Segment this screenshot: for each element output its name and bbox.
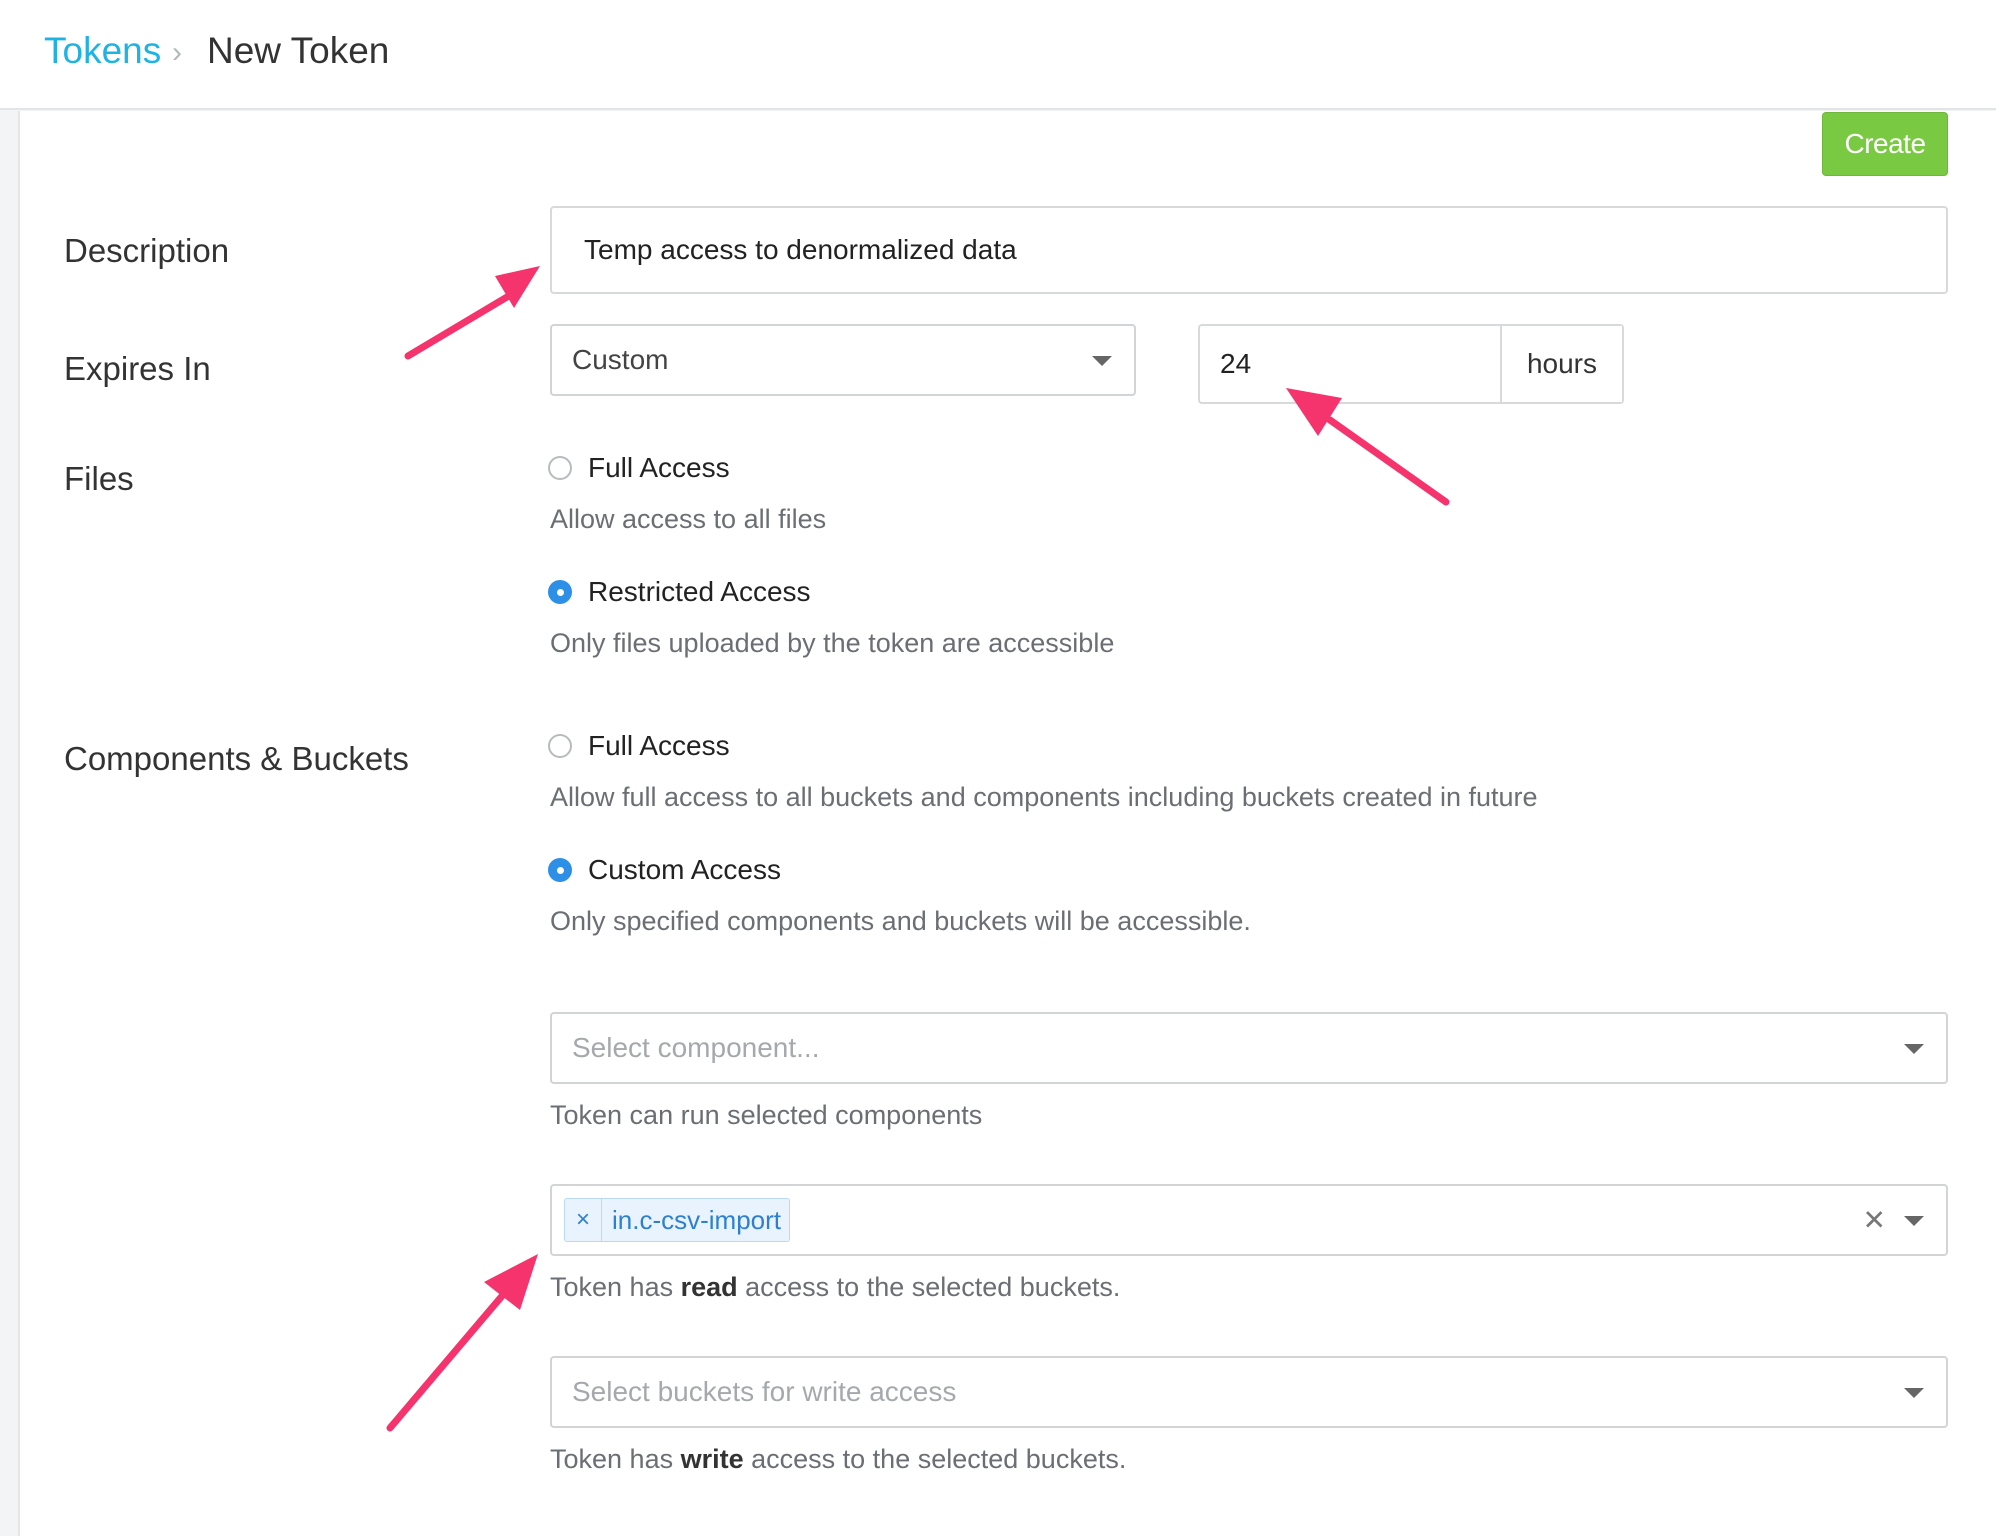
breadcrumb-separator-icon: ›: [172, 36, 182, 69]
chevron-down-icon: [1904, 1388, 1924, 1398]
remove-tag-icon[interactable]: ×: [565, 1199, 602, 1241]
expires-select[interactable]: Custom: [550, 324, 1136, 396]
clear-selection-icon[interactable]: ✕: [1863, 1204, 1886, 1237]
description-value: Temp access to denormalized data: [584, 234, 1017, 265]
radio-unchecked-icon: [548, 734, 572, 758]
read-buckets-help: Token has read access to the selected bu…: [550, 1272, 1121, 1302]
write-buckets-placeholder: Select buckets for write access: [572, 1376, 957, 1407]
radio-unchecked-icon: [548, 456, 572, 480]
components-full-access-radio[interactable]: Full Access: [548, 730, 730, 762]
radio-checked-icon: [548, 858, 572, 882]
radio-label: Custom Access: [588, 854, 781, 885]
radio-label: Full Access: [588, 730, 730, 761]
bucket-tag-label: in.c-csv-import: [612, 1204, 782, 1235]
read-buckets-select[interactable]: × in.c-csv-import ✕: [550, 1184, 1948, 1256]
description-input[interactable]: Temp access to denormalized data: [550, 206, 1948, 294]
write-buckets-help: Token has write access to the selected b…: [550, 1444, 1127, 1474]
components-buckets-label: Components & Buckets: [64, 740, 409, 777]
component-select-placeholder: Select component...: [572, 1032, 820, 1063]
top-bar: Tokens › New Token: [0, 0, 1996, 110]
expires-unit-addon: hours: [1502, 326, 1622, 402]
expires-amount-input[interactable]: 24: [1200, 326, 1502, 402]
description-label: Description: [64, 232, 230, 269]
chevron-down-icon: [1904, 1044, 1924, 1054]
components-custom-access-radio[interactable]: Custom Access: [548, 854, 781, 886]
files-full-access-radio[interactable]: Full Access: [548, 452, 730, 484]
radio-label: Restricted Access: [588, 576, 811, 607]
bucket-tag: × in.c-csv-import: [564, 1198, 791, 1242]
page-title: New Token: [207, 30, 390, 71]
expires-amount-value: 24: [1220, 348, 1252, 379]
component-select[interactable]: Select component...: [550, 1012, 1948, 1084]
breadcrumb-tokens-link[interactable]: Tokens: [44, 30, 161, 72]
components-custom-access-help: Only specified components and buckets wi…: [550, 906, 1251, 936]
component-select-help: Token can run selected components: [550, 1100, 983, 1130]
chevron-down-icon: [1092, 356, 1112, 366]
chevron-down-icon: [1904, 1216, 1924, 1226]
files-full-access-help: Allow access to all files: [550, 504, 827, 534]
expires-select-value: Custom: [572, 344, 669, 375]
files-label: Files: [64, 460, 134, 497]
create-button[interactable]: Create: [1822, 112, 1948, 176]
write-buckets-select[interactable]: Select buckets for write access: [550, 1356, 1948, 1428]
components-full-access-help: Allow full access to all buckets and com…: [550, 782, 1538, 812]
files-restricted-access-help: Only files uploaded by the token are acc…: [550, 628, 1115, 658]
expires-amount-group: 24 hours: [1198, 324, 1624, 404]
radio-checked-icon: [548, 580, 572, 604]
radio-label: Full Access: [588, 452, 730, 483]
files-restricted-access-radio[interactable]: Restricted Access: [548, 576, 811, 608]
expires-label: Expires In: [64, 350, 211, 387]
